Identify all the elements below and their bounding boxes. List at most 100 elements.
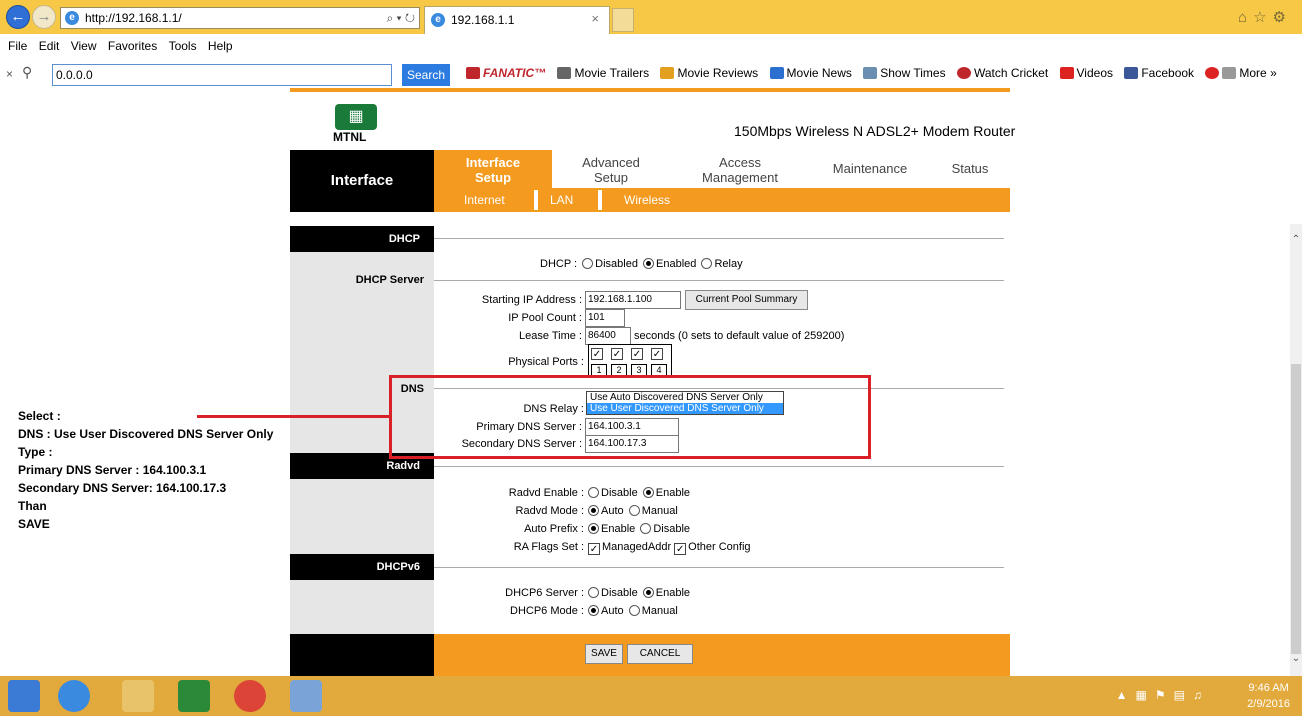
scroll-up-icon[interactable]: ⌃ [1290, 234, 1302, 245]
radio-dhcp6-manual[interactable] [628, 605, 640, 616]
radio-dhcp6-enable[interactable] [642, 587, 654, 598]
star-icon[interactable]: ☆ [1253, 9, 1272, 26]
tab-status[interactable]: Status [930, 150, 1010, 188]
menu-tools[interactable]: Tools [169, 36, 197, 56]
close-tab-icon[interactable]: × [591, 11, 599, 26]
film-fanatic-logo[interactable]: FANATIC™ [466, 66, 546, 80]
radio-radvd-manual[interactable] [628, 505, 640, 516]
url-text: http://192.168.1.1/ [85, 11, 182, 25]
store-icon[interactable] [178, 680, 210, 712]
radio-label: Manual [641, 505, 678, 517]
current-pool-summary-button[interactable]: Current Pool Summary [685, 290, 808, 310]
radio-prefix-enable[interactable] [588, 523, 599, 534]
radio-label: Disabled [595, 258, 638, 270]
divider [434, 466, 1004, 467]
radio-radvd-auto[interactable] [588, 505, 599, 516]
browser-tab[interactable]: e 192.168.1.1 × [424, 6, 610, 34]
windows-start-icon[interactable] [8, 680, 40, 712]
menu-view[interactable]: View [71, 36, 97, 56]
port-2-checkbox[interactable]: ✓ [611, 348, 623, 360]
address-bar[interactable]: e http://192.168.1.1/ ⌕ ▾ ↻ [60, 7, 420, 29]
link-more[interactable]: More » [1205, 66, 1277, 80]
radio-prefix-disable[interactable] [640, 523, 652, 534]
instruction-note: Select : DNS : Use User Discovered DNS S… [18, 407, 273, 533]
clock[interactable]: 9:46 AM 2/9/2016 [1247, 680, 1290, 712]
lease-time-input[interactable]: 86400 [585, 327, 631, 345]
port-1-checkbox[interactable]: ✓ [591, 348, 603, 360]
tab-access-management[interactable]: Access Management [670, 150, 810, 188]
tab-maintenance[interactable]: Maintenance [810, 150, 930, 188]
address-tools[interactable]: ⌕ ▾ ↻ [386, 8, 415, 28]
port-4-checkbox[interactable]: ✓ [651, 348, 663, 360]
radvd-enable-row: Disable Enable [586, 487, 690, 499]
radio-dhcp-relay[interactable] [701, 258, 713, 269]
highlight-box [389, 375, 871, 459]
save-button[interactable]: SAVE [585, 644, 623, 664]
managed-addr-checkbox[interactable]: ✓ [588, 543, 600, 555]
radvd-mode-label: Radvd Mode : [515, 505, 584, 517]
link-movie-news[interactable]: Movie News [769, 66, 852, 80]
link-videos[interactable]: Videos [1059, 66, 1113, 80]
subtab-wireless[interactable]: Wireless [624, 188, 670, 212]
paint-icon[interactable] [290, 680, 322, 712]
radio-dhcp6-auto[interactable] [588, 605, 599, 616]
link-facebook[interactable]: Facebook [1124, 66, 1194, 80]
subnav-divider [598, 190, 602, 210]
start-ip-input[interactable]: 192.168.1.100 [585, 291, 681, 309]
dhcp6-mode-row: Auto Manual [586, 605, 678, 617]
menu-help[interactable]: Help [208, 36, 233, 56]
auto-prefix-row: Enable Disable [586, 523, 690, 535]
gear-icon[interactable]: ⚙ [1273, 9, 1292, 26]
toolbar-search-input[interactable]: 0.0.0.0 [52, 64, 392, 86]
menu-favorites[interactable]: Favorites [108, 36, 157, 56]
new-tab-button[interactable] [612, 8, 634, 32]
other-config-checkbox[interactable]: ✓ [674, 543, 687, 555]
radio-radvd-enable[interactable] [642, 487, 654, 498]
youtube-icon [1059, 67, 1074, 79]
subtab-internet[interactable]: Internet [464, 188, 505, 212]
vertical-scrollbar[interactable]: ⌃ ⌄ [1290, 224, 1302, 676]
radio-dhcp-enabled[interactable] [643, 258, 655, 269]
browser-right-icons[interactable]: ⌂☆⚙ [1238, 8, 1292, 26]
menu-edit[interactable]: Edit [39, 36, 60, 56]
forward-button[interactable]: → [32, 5, 56, 29]
subtab-lan[interactable]: LAN [550, 188, 573, 212]
chrome-icon[interactable] [234, 680, 266, 712]
system-tray[interactable]: ▲▦⚑▤♫ [1116, 688, 1210, 702]
clock-time: 9:46 AM [1248, 682, 1289, 694]
radio-label: Enable [655, 587, 691, 599]
search-toolbar: × ⚲ 0.0.0.0 Search FANATIC™ Movie Traile… [0, 60, 1302, 90]
close-icon[interactable]: × [6, 67, 13, 81]
note-line: Than [18, 499, 47, 513]
file-explorer-icon[interactable] [122, 680, 154, 712]
dhcp-row: DHCP : Disabled Enabled Relay [540, 258, 743, 270]
radio-dhcp6-disable[interactable] [588, 587, 599, 598]
menu-file[interactable]: File [8, 36, 27, 56]
tray-up-arrow-icon[interactable]: ▲ [1116, 688, 1136, 702]
radio-dhcp-disabled[interactable] [582, 258, 594, 269]
back-button[interactable]: ← [6, 5, 30, 29]
port-3-checkbox[interactable]: ✓ [631, 348, 643, 360]
scroll-thumb[interactable] [1291, 364, 1301, 654]
clock-date: 2/9/2016 [1247, 698, 1290, 710]
pool-count-input[interactable]: 101 [585, 309, 625, 327]
network-icon[interactable]: ▤ [1174, 688, 1193, 702]
link-movie-reviews[interactable]: Movie Reviews [660, 66, 758, 80]
toolbar-search-button[interactable]: Search [402, 64, 450, 86]
tab-advanced-setup[interactable]: Advanced Setup [552, 150, 670, 188]
link-show-times[interactable]: Show Times [863, 66, 946, 80]
keyboard-icon[interactable]: ▦ [1136, 688, 1155, 702]
tab-interface-setup[interactable]: Interface Setup [434, 150, 552, 188]
link-watch-cricket[interactable]: Watch Cricket [956, 66, 1048, 80]
radio-radvd-disable[interactable] [588, 487, 599, 498]
flag-icon[interactable]: ⚑ [1155, 688, 1174, 702]
scroll-down-icon[interactable]: ⌄ [1290, 653, 1302, 664]
link-movie-trailers[interactable]: Movie Trailers [557, 66, 649, 80]
volume-icon[interactable]: ♫ [1193, 688, 1210, 702]
main-nav: Interface Setup Advanced Setup Access Ma… [434, 150, 1010, 188]
cancel-button[interactable]: CANCEL [627, 644, 693, 664]
home-icon[interactable]: ⌂ [1238, 9, 1253, 26]
ie-taskbar-icon[interactable] [58, 680, 90, 712]
film-reel-icon [557, 67, 572, 79]
ie-icon: e [65, 11, 79, 25]
